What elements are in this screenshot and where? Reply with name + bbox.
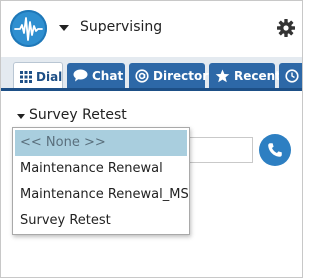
clock-icon [285, 68, 299, 83]
dropdown-option[interactable]: Maintenance Renewal [13, 156, 189, 182]
tab-bar: Dial Chat Directory Recent [1, 57, 302, 91]
tab-recent[interactable]: Recent [209, 63, 281, 88]
agent-status-label[interactable]: Supervising [80, 19, 162, 35]
tab-dial[interactable]: Dial [13, 62, 63, 88]
status-dropdown-arrow-icon[interactable] [59, 25, 69, 31]
campaign-dropdown-list: << None >> Maintenance Renewal Maintenan… [12, 127, 190, 235]
agent-panel: Supervising Dial Chat Directory Recent S… [0, 0, 303, 278]
phone-number-input[interactable] [185, 137, 253, 163]
tab-chat[interactable]: Chat [67, 63, 125, 88]
tab-directory-label: Directory [153, 68, 216, 83]
tab-recent-label: Recent [234, 68, 281, 83]
keypad-icon [20, 70, 32, 83]
campaign-selector[interactable]: Survey Retest [29, 107, 127, 123]
dial-panel: Survey Retest << None >> Maintenance Ren… [1, 91, 302, 277]
tab-history[interactable] [279, 63, 302, 88]
campaign-dropdown-arrow-icon[interactable] [17, 114, 25, 119]
dropdown-option[interactable]: Survey Retest [13, 208, 189, 234]
dropdown-option-none[interactable]: << None >> [15, 130, 187, 156]
header-bar: Supervising [1, 1, 302, 57]
tab-chat-label: Chat [92, 68, 124, 83]
waveform-logo-icon [10, 10, 47, 47]
tab-directory[interactable]: Directory [129, 63, 216, 88]
at-sign-icon [135, 68, 149, 83]
chat-bubble-icon [73, 69, 88, 82]
phone-icon [268, 143, 282, 157]
gear-icon[interactable] [276, 18, 296, 38]
dropdown-option[interactable]: Maintenance Renewal_MS [13, 182, 189, 208]
star-icon [215, 69, 230, 82]
tab-dial-label: Dial [36, 69, 63, 84]
call-button[interactable] [259, 134, 291, 166]
